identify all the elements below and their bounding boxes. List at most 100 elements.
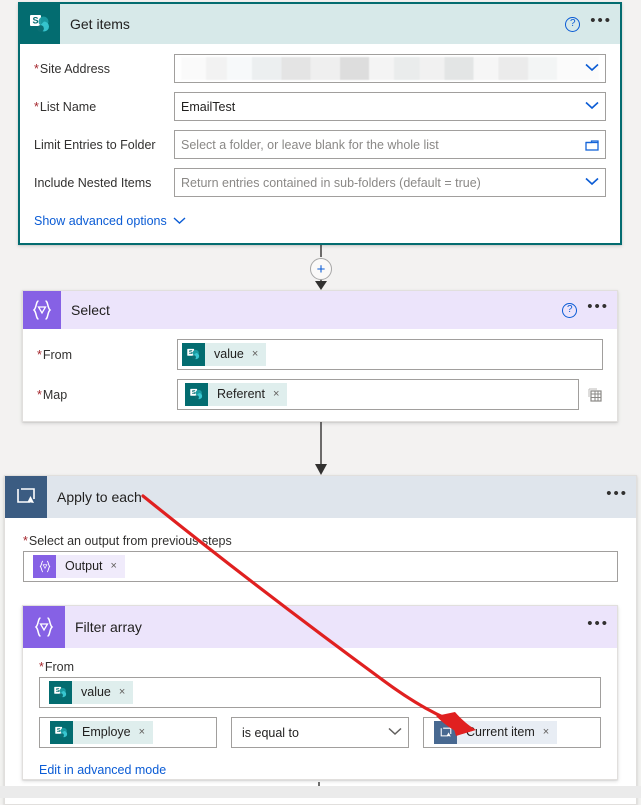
card-header-select[interactable]: Select ? ••• xyxy=(23,291,617,329)
token-remove-icon[interactable]: × xyxy=(251,343,267,366)
svg-text:S: S xyxy=(189,350,193,356)
token-value[interactable]: S value × xyxy=(182,343,267,366)
token-output[interactable]: Output × xyxy=(33,555,125,578)
more-options-icon[interactable]: ••• xyxy=(590,13,612,32)
filter-condition-row: S Employe × is equal to Current item × xyxy=(39,717,601,748)
more-options-icon[interactable]: ••• xyxy=(606,486,628,505)
card-header-actions-filter-array: ••• xyxy=(587,606,609,648)
token-remove-icon[interactable]: × xyxy=(272,383,288,406)
card-body-apply-to-each: *Select an output from previous steps Ou… xyxy=(5,518,636,582)
field-row-limit-entries-to-folder: Limit Entries to Folder Select a folder,… xyxy=(34,130,606,159)
sharepoint-icon: S xyxy=(182,343,205,366)
show-advanced-options-link[interactable]: Show advanced options xyxy=(34,214,186,228)
action-card-select[interactable]: Select ? ••• *From S value × *Map S Refe… xyxy=(22,290,618,422)
required-marker: * xyxy=(23,534,28,548)
table-view-icon[interactable] xyxy=(587,387,603,403)
token-employe[interactable]: S Employe × xyxy=(50,721,154,744)
condition-left-operand-input[interactable]: S Employe × xyxy=(39,717,217,748)
include-nested-placeholder: Return entries contained in sub-folders … xyxy=(181,175,481,190)
chevron-down-icon[interactable] xyxy=(585,63,599,75)
loop-icon xyxy=(5,476,47,518)
card-title-apply-to-each: Apply to each xyxy=(57,489,142,505)
token-label: value xyxy=(205,343,252,366)
card-header-apply-to-each[interactable]: Apply to each ••• xyxy=(5,476,636,518)
plus-icon: + xyxy=(316,260,326,278)
required-marker: * xyxy=(34,61,39,76)
field-label-select-from: *From xyxy=(37,347,73,362)
field-row-site-address: *Site Address xyxy=(34,54,606,83)
more-options-icon[interactable]: ••• xyxy=(587,299,609,318)
action-card-filter-array[interactable]: Filter array ••• *From S value × S Emplo… xyxy=(22,605,618,780)
token-current-item[interactable]: Current item × xyxy=(434,721,558,744)
limit-entries-placeholder: Select a folder, or leave blank for the … xyxy=(181,137,439,152)
field-row-list-name: *List Name EmailTest xyxy=(34,92,606,121)
select-map-input[interactable]: S Referent × xyxy=(177,379,579,410)
advanced-options-row: Show advanced options xyxy=(34,213,606,228)
action-card-get-items[interactable]: S Get items ? ••• *Site Address *List Na… xyxy=(18,2,622,245)
required-marker: * xyxy=(39,660,44,674)
field-label-filter-from: *From xyxy=(39,660,75,674)
data-operations-icon xyxy=(23,606,65,648)
redacted-value xyxy=(181,57,599,80)
token-label: Referent xyxy=(208,383,273,406)
svg-text:S: S xyxy=(56,688,60,694)
card-title-filter-array: Filter array xyxy=(75,619,142,635)
chevron-down-icon[interactable] xyxy=(585,101,599,113)
card-header-get-items[interactable]: S Get items ? ••• xyxy=(20,4,620,44)
flow-designer-canvas: S Get items ? ••• *Site Address *List Na… xyxy=(0,0,641,805)
limit-entries-to-folder-input[interactable]: Select a folder, or leave blank for the … xyxy=(174,130,606,159)
help-icon[interactable]: ? xyxy=(565,16,581,32)
include-nested-items-input[interactable]: Return entries contained in sub-folders … xyxy=(174,168,606,197)
data-operations-icon xyxy=(23,291,61,329)
field-row-select-from: *From S value × xyxy=(37,339,603,370)
advanced-mode-row: Edit in advanced mode xyxy=(39,762,601,777)
required-marker: * xyxy=(37,347,42,362)
token-remove-icon[interactable]: × xyxy=(138,721,154,744)
required-marker: * xyxy=(34,99,39,114)
more-options-icon[interactable]: ••• xyxy=(587,616,609,635)
field-label-list-name: *List Name xyxy=(34,99,97,114)
loop-icon xyxy=(434,721,457,744)
svg-text:S: S xyxy=(192,390,196,396)
card-header-actions-select: ? ••• xyxy=(562,291,609,329)
card-header-actions-apply-to-each: ••• xyxy=(606,476,628,518)
filter-from-input[interactable]: S value × xyxy=(39,677,601,708)
field-label-select-map: *Map xyxy=(37,387,68,402)
token-referent[interactable]: S Referent × xyxy=(185,383,288,406)
card-body-filter-array: *From S value × S Employe × is equal to … xyxy=(23,648,617,777)
folder-icon[interactable] xyxy=(585,139,599,151)
token-remove-icon[interactable]: × xyxy=(118,681,134,704)
sharepoint-icon: S xyxy=(50,721,73,744)
token-remove-icon[interactable]: × xyxy=(542,721,558,744)
sharepoint-icon: S xyxy=(49,681,72,704)
chevron-down-icon xyxy=(173,214,186,228)
field-label-include-nested-items: Include Nested Items xyxy=(34,175,152,190)
card-title-get-items: Get items xyxy=(70,16,130,32)
card-body-get-items: *Site Address *List Name EmailTest Limit… xyxy=(20,44,620,240)
token-remove-icon[interactable]: × xyxy=(110,555,125,578)
field-row-select-map: *Map S Referent × xyxy=(37,379,603,410)
field-label-site-address: *Site Address xyxy=(34,61,111,76)
sharepoint-icon: S xyxy=(20,4,60,44)
token-label: Employe xyxy=(73,721,139,744)
condition-operator-select[interactable]: is equal to xyxy=(231,717,409,748)
condition-operator-label: is equal to xyxy=(242,725,299,740)
condition-right-operand-input[interactable]: Current item × xyxy=(423,717,601,748)
show-advanced-options-label: Show advanced options xyxy=(34,214,167,228)
token-value[interactable]: S value × xyxy=(49,681,134,704)
select-output-input[interactable]: Output × xyxy=(23,551,618,582)
chevron-down-icon[interactable] xyxy=(388,727,402,739)
connector-select-to-apply-to-each xyxy=(308,422,334,476)
list-name-input[interactable]: EmailTest xyxy=(174,92,606,121)
card-header-filter-array[interactable]: Filter array ••• xyxy=(23,606,617,648)
site-address-input[interactable] xyxy=(174,54,606,83)
edit-in-advanced-mode-link[interactable]: Edit in advanced mode xyxy=(39,763,166,777)
data-operations-icon xyxy=(33,555,56,578)
help-icon[interactable]: ? xyxy=(562,302,578,318)
field-row-include-nested-items: Include Nested Items Return entries cont… xyxy=(34,168,606,197)
card-title-select: Select xyxy=(71,302,110,318)
chevron-down-icon[interactable] xyxy=(585,177,599,189)
svg-text:S: S xyxy=(32,16,38,26)
select-from-input[interactable]: S value × xyxy=(177,339,603,370)
add-step-button[interactable]: + xyxy=(310,258,332,280)
